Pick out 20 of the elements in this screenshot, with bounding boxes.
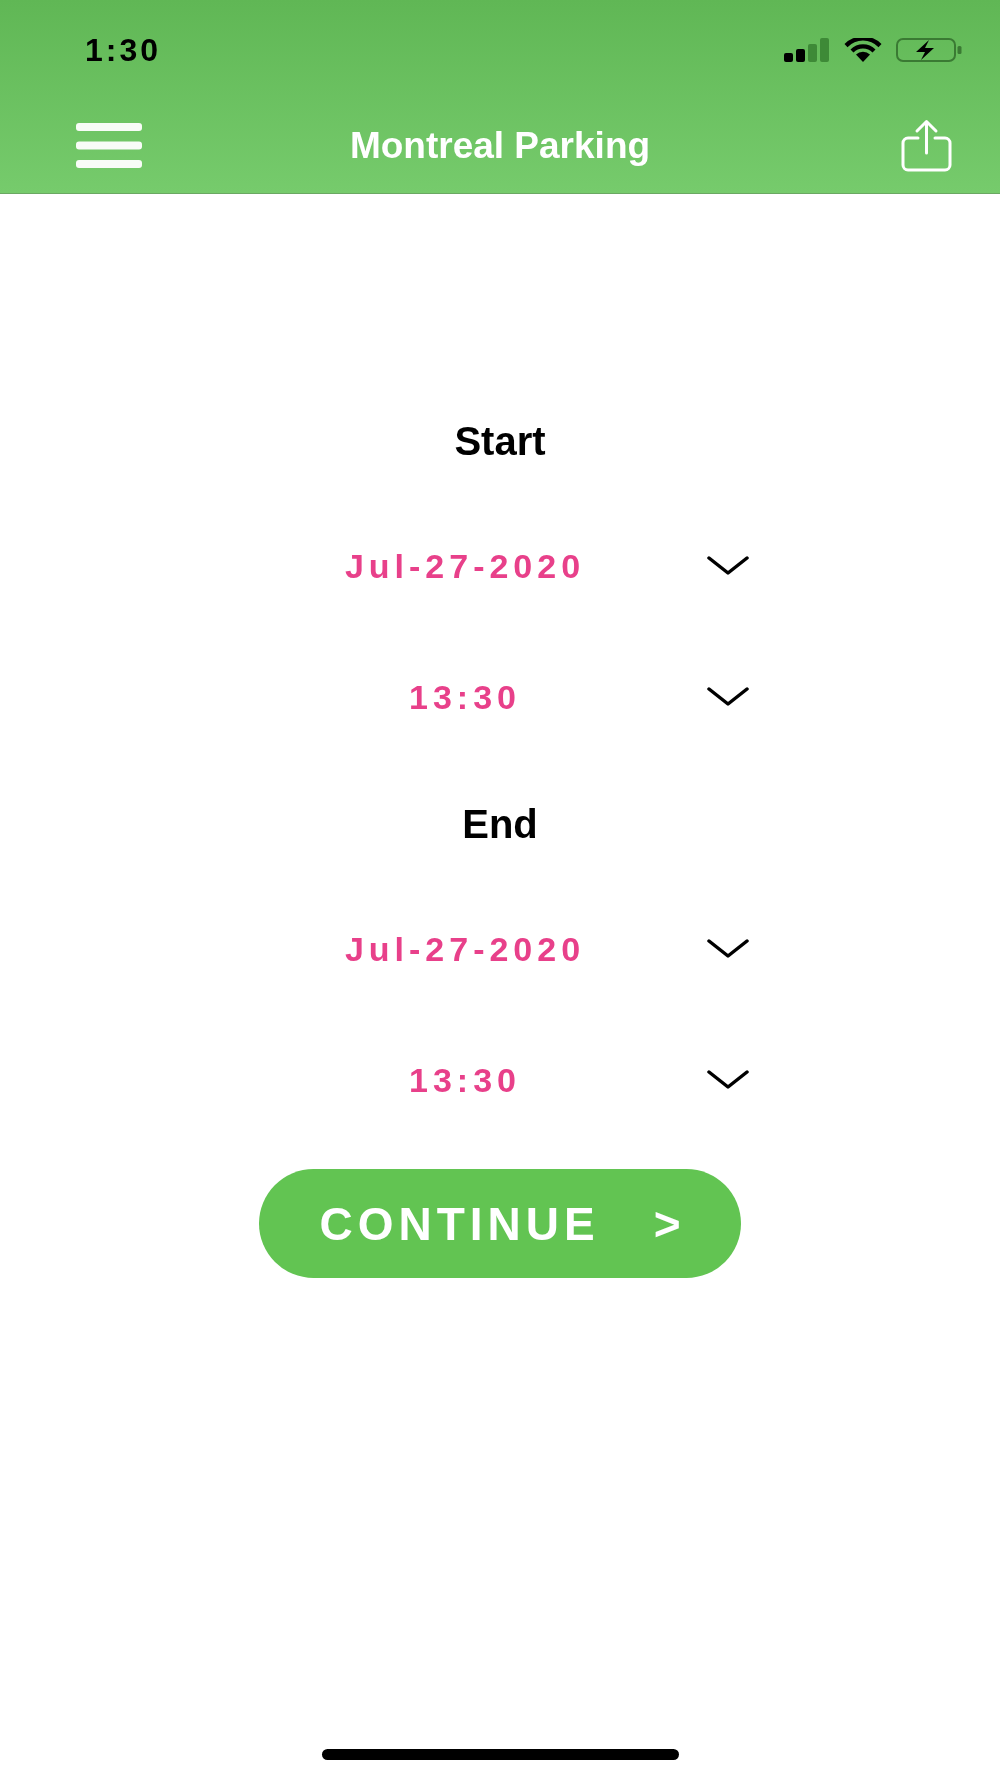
menu-icon [76,122,142,168]
chevron-down-icon [707,939,749,959]
nav-title: Montreal Parking [349,126,651,164]
time-dropdown[interactable]: 13:30 [331,672,749,722]
date-dropdown[interactable]: Jul-27-2020 [331,924,749,974]
date-dropdown[interactable]: Jul-27-2020 [331,541,749,591]
signal-icon [784,38,829,62]
share-button[interactable] [901,118,952,172]
chevron-down-icon [707,687,749,707]
continue-button[interactable]: CONTINUE > [259,1169,741,1278]
wifi-icon [843,38,883,62]
status-time: 1:30 [85,34,162,66]
chevron-down-icon [707,1070,749,1090]
battery-charging-icon [896,38,962,62]
chevron-down-icon [707,556,749,576]
section-heading: Start [454,419,546,463]
section-heading: End [462,802,538,846]
time-dropdown[interactable]: 13:30 [331,1055,749,1105]
share-icon [901,118,952,172]
menu-button[interactable] [76,122,142,168]
